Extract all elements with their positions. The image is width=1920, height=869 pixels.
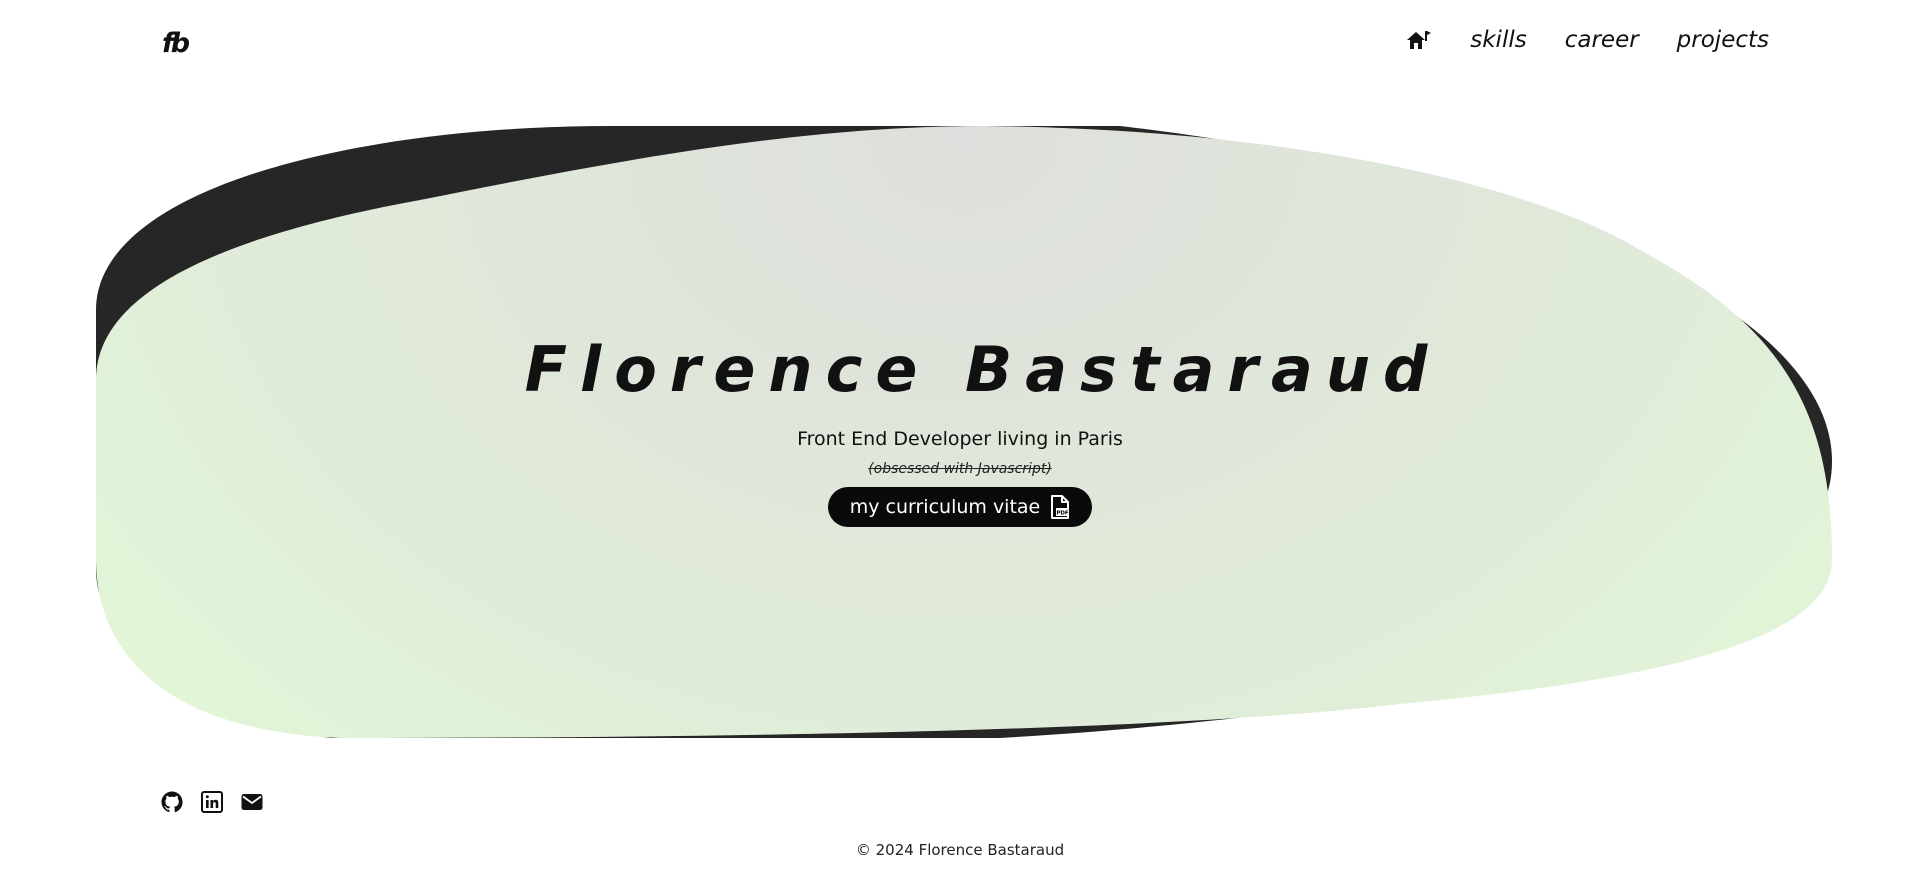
page: fb skills career projects Florence Basta… xyxy=(0,0,1920,869)
github-link[interactable] xyxy=(160,790,184,814)
nav-link-skills[interactable]: skills xyxy=(1470,27,1526,53)
linkedin-icon xyxy=(201,791,223,813)
main-nav: skills career projects xyxy=(1404,26,1769,54)
github-icon xyxy=(161,791,183,813)
mail-icon xyxy=(241,794,263,810)
hero-content: Florence Bastaraud Front End Developer l… xyxy=(0,330,1920,527)
hero-note: (obsessed with Javascript) xyxy=(868,461,1052,477)
linkedin-link[interactable] xyxy=(200,790,224,814)
nav-link-career[interactable]: career xyxy=(1565,27,1639,53)
nav-link-projects[interactable]: projects xyxy=(1677,27,1769,53)
cv-button-label: my curriculum vitae xyxy=(849,496,1041,518)
social-links xyxy=(160,790,264,814)
hero-name: Florence Bastaraud xyxy=(524,333,1441,406)
home-icon xyxy=(1407,31,1432,49)
site-logo[interactable]: fb xyxy=(162,28,190,59)
svg-text:PDF: PDF xyxy=(1057,511,1070,517)
hero-role: Front End Developer living in Paris xyxy=(797,428,1123,450)
cv-download-button[interactable]: my curriculum vitae PDF xyxy=(827,487,1093,527)
copyright: © 2024 Florence Bastaraud xyxy=(855,841,1065,859)
nav-home-link[interactable] xyxy=(1404,26,1432,54)
mail-link[interactable] xyxy=(240,790,264,814)
pdf-file-icon: PDF xyxy=(1051,495,1070,519)
